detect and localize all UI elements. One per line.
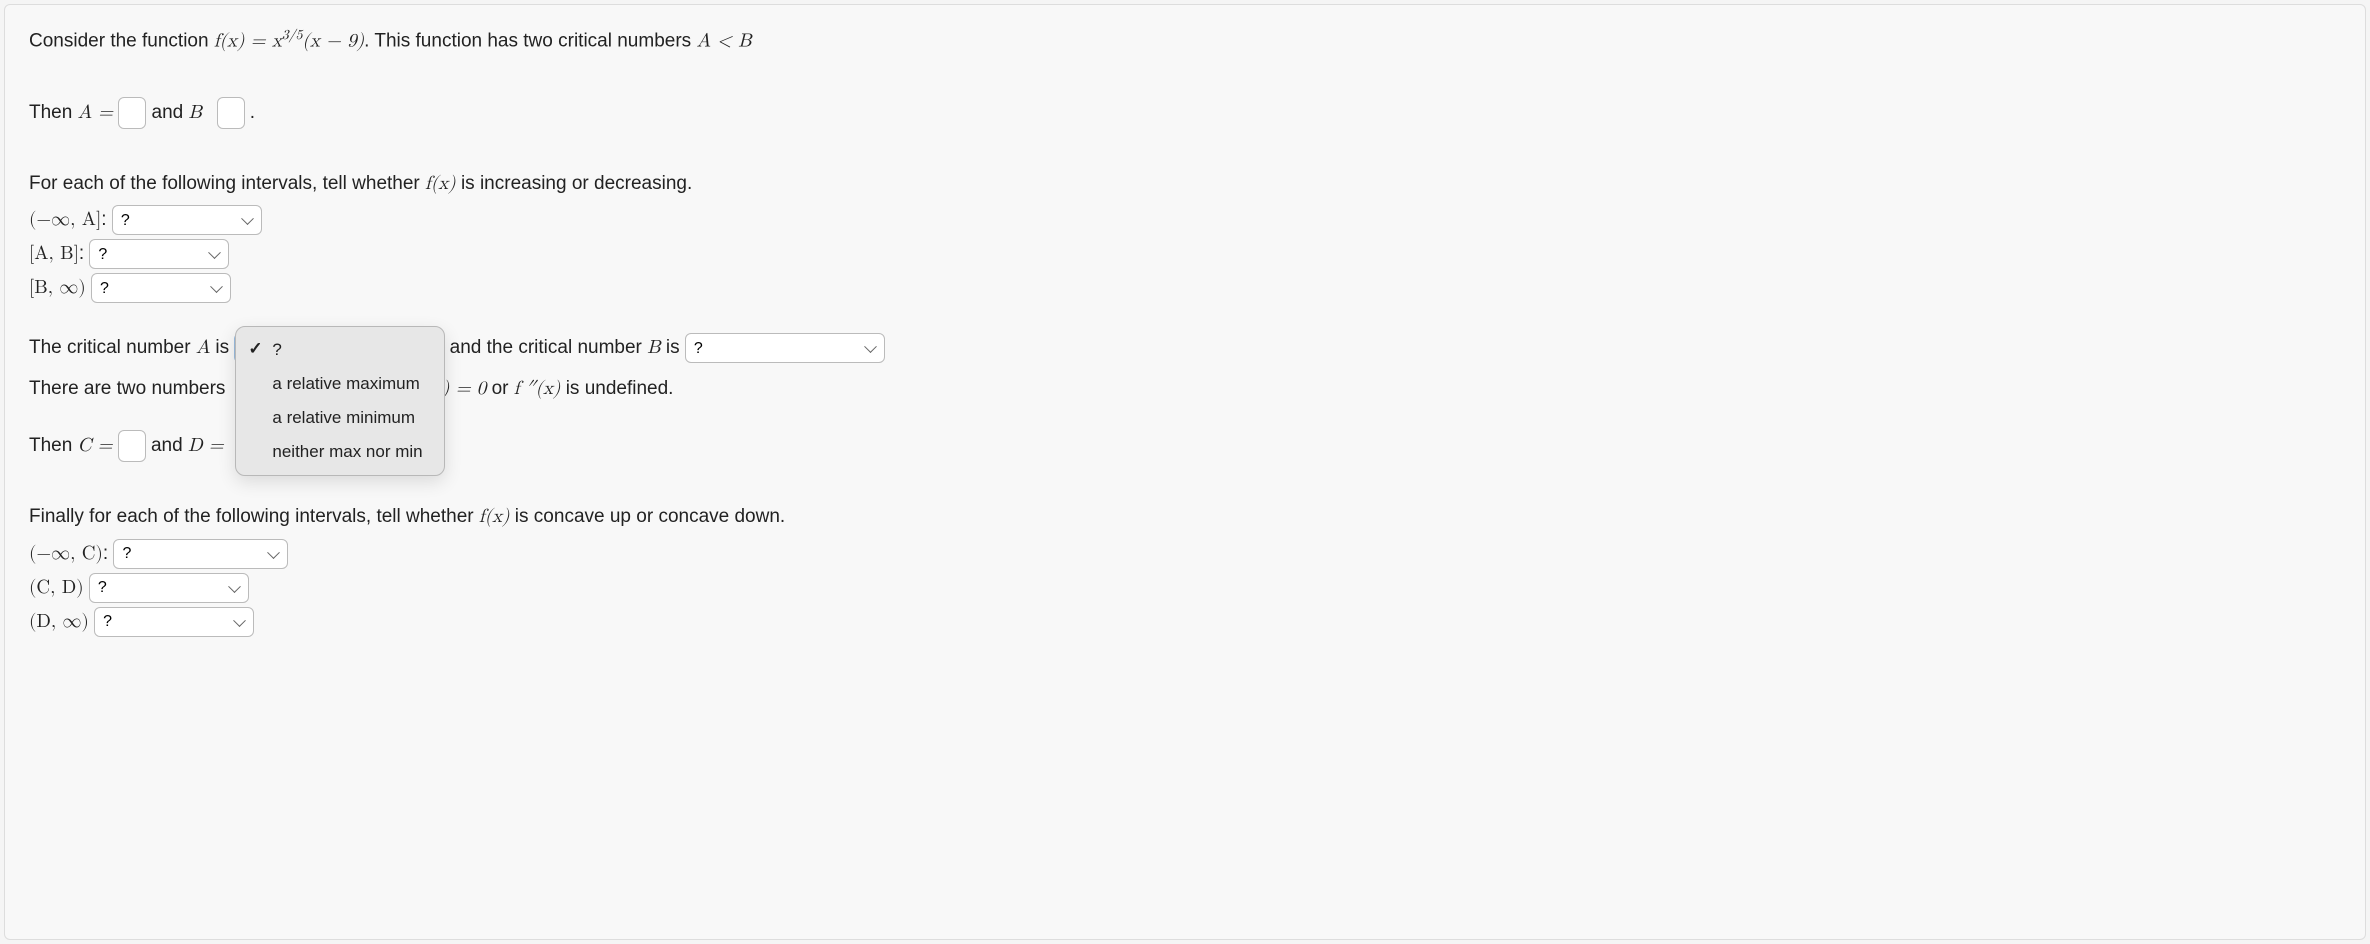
then-prefix: Then (29, 102, 78, 123)
concave-intro-2: is concave up or concave down. (510, 506, 786, 527)
function-rhs: (x − 9) (302, 31, 364, 50)
d-equals: D = (188, 436, 224, 455)
select-critical-b[interactable]: ? (685, 333, 885, 363)
then-c-prefix: Then (29, 435, 78, 456)
input-b[interactable] (217, 97, 245, 129)
fx-2: f(x) (479, 507, 510, 526)
interval-row-1: (−∞, A]: ? (29, 205, 2341, 235)
two-numbers-or: or (486, 378, 513, 399)
interval-2: [A, B] (29, 244, 79, 263)
fx-1: f(x) (425, 174, 456, 193)
crit-b-mid: is (661, 337, 685, 358)
select-interval-2[interactable]: ? (89, 239, 229, 269)
two-numbers-f2: f ″(x) (514, 379, 561, 398)
interval-row-2: [A, B]: ? (29, 239, 2341, 269)
intervals-intro: For each of the following intervals, tel… (29, 169, 2341, 199)
period-1: . (250, 102, 255, 123)
intervals-intro-2: is increasing or decreasing. (456, 173, 693, 194)
b-label: B (188, 103, 201, 122)
interval-row-3: [B, ∞) ? (29, 273, 2341, 303)
input-c[interactable] (118, 430, 146, 462)
cinterval-3: (D, ∞) (29, 612, 89, 631)
crit-b-prefix: and the critical number (450, 337, 648, 358)
crit-a-var: A (196, 338, 210, 357)
cinterval-2: (C, D) (29, 578, 84, 597)
interval-1: (−∞, A] (29, 210, 101, 229)
concave-row-3: (D, ∞) ? (29, 607, 2341, 637)
select-interval-3[interactable]: ? (91, 273, 231, 303)
dropdown-option-relative-minimum[interactable]: a relative minimum (236, 401, 444, 435)
intervals-intro-1: For each of the following intervals, tel… (29, 173, 425, 194)
problem-container: Consider the function f(x) = x3/5(x − 9)… (4, 4, 2366, 940)
cinterval-1: (−∞, C) (29, 544, 103, 563)
dropdown-option-neither[interactable]: neither max nor min (236, 435, 444, 469)
input-a[interactable] (118, 97, 146, 129)
dropdown-menu-critical-a[interactable]: ? a relative maximum a relative minimum … (235, 326, 445, 476)
critical-inequality: A < B (696, 31, 751, 50)
dropdown-option-relative-maximum[interactable]: a relative maximum (236, 367, 444, 401)
c-equals: C = (78, 436, 113, 455)
function-exponent: 3/5 (282, 28, 303, 42)
intro-line: Consider the function f(x) = x3/5(x − 9)… (29, 25, 2341, 57)
colon-c1: : (103, 543, 114, 564)
intro-prefix: Consider the function (29, 30, 214, 51)
interval-3: [B, ∞) (29, 278, 86, 297)
dropdown-option-placeholder[interactable]: ? (236, 333, 444, 367)
concave-intro-1: Finally for each of the following interv… (29, 506, 479, 527)
select-interval-1[interactable]: ? (112, 205, 262, 235)
select-concave-3[interactable]: ? (94, 607, 254, 637)
concave-intro: Finally for each of the following interv… (29, 502, 2341, 532)
concave-row-1: (−∞, C): ? (29, 539, 2341, 569)
two-numbers-undef: is undefined. (560, 378, 673, 399)
select-concave-1[interactable]: ? (113, 539, 288, 569)
crit-b-var: B (647, 338, 660, 357)
colon-2: : (79, 243, 90, 264)
crit-a-mid: is (210, 337, 234, 358)
intro-suffix: . This function has two critical numbers (364, 30, 696, 51)
concave-row-2: (C, D) ? (29, 573, 2341, 603)
function-lhs: f(x) = x (214, 31, 282, 50)
crit-a-prefix: The critical number (29, 337, 196, 358)
two-numbers-1: There are two numbers (29, 378, 225, 399)
then-a-b-line: Then A = and B . (29, 97, 2341, 129)
and-text: and (152, 102, 189, 123)
and-text-2: and (151, 435, 188, 456)
a-equals: A = (78, 103, 113, 122)
select-concave-2[interactable]: ? (89, 573, 249, 603)
colon-1: : (101, 209, 112, 230)
